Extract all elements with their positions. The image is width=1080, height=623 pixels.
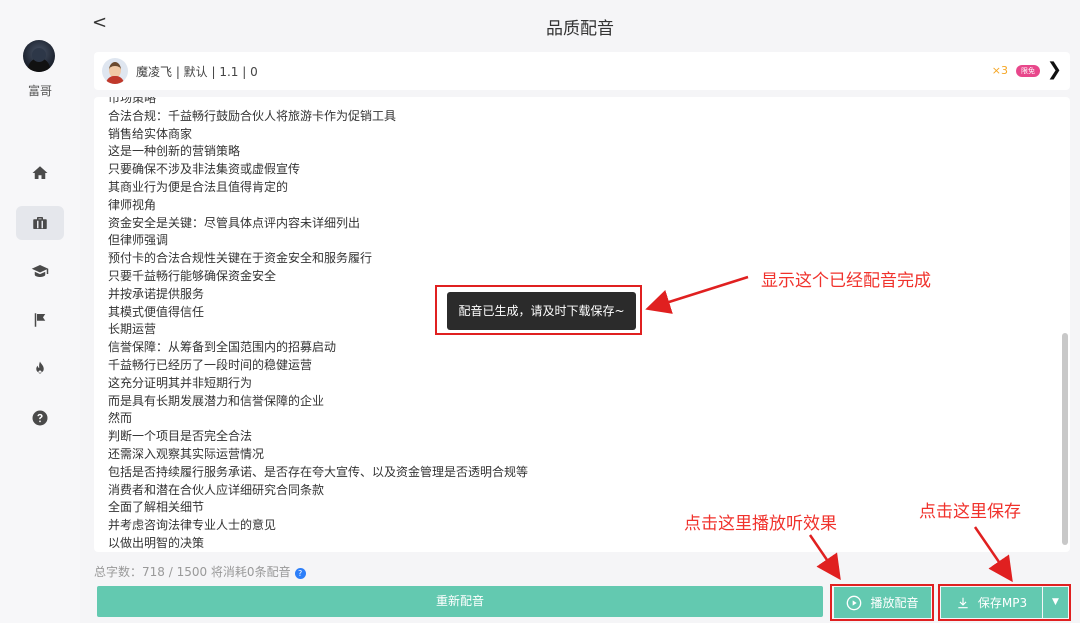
home-icon <box>32 166 48 179</box>
text-line: 并考虑咨询法律专业人士的意见 <box>108 518 277 533</box>
help-icon[interactable]: ? <box>294 568 306 579</box>
text-line: 这是一种创新的营销策略 <box>108 144 241 159</box>
text-line: 以做出明智的决策 <box>108 535 205 550</box>
voice-selector[interactable]: 魔凌飞 | 默认 | 1.1 | 0 ×3 限免 ❯ <box>94 52 1070 90</box>
text-line: 判断一个项目是否完全合法 <box>108 429 253 444</box>
fire-icon <box>36 361 44 374</box>
nav-hot[interactable] <box>16 352 64 386</box>
multiplier-label: ×3 <box>991 64 1008 77</box>
text-line: 消费者和潜在合伙人应详细研究合同条款 <box>108 482 325 497</box>
user-avatar[interactable] <box>23 40 55 72</box>
graduation-cap-icon <box>31 265 49 277</box>
nav-flag[interactable] <box>16 303 64 337</box>
text-line: 其商业行为便是合法且值得肯定的 <box>108 179 289 194</box>
text-line: 市场策略 <box>108 97 157 105</box>
play-circle-icon <box>847 595 862 610</box>
save-button-label: 保存MP3 <box>977 596 1028 610</box>
page-title: 品质配音 <box>546 19 614 39</box>
nav-works[interactable] <box>16 206 64 240</box>
sidebar: 富哥 <box>0 0 80 623</box>
toast-message: 配音已生成，请及时下载保存~ <box>447 292 636 330</box>
play-button-label: 播放配音 <box>870 596 919 610</box>
text-line: 只要确保不涉及非法集资或虚假宣传 <box>108 162 301 177</box>
briefcase-icon <box>33 217 47 229</box>
text-line: 合法合规：千益畅行鼓励合伙人将旅游卡作为促销工具 <box>108 108 397 123</box>
text-line: 但律师强调 <box>108 233 169 248</box>
text-line: 只要千益畅行能够确保资金安全 <box>108 268 277 283</box>
help-circle-icon <box>32 410 48 426</box>
save-mp3-button[interactable]: 保存MP3 <box>941 587 1042 618</box>
chevron-right-icon[interactable]: ❯ <box>1047 59 1062 80</box>
annotation-play: 点击这里播放听效果 <box>684 514 837 534</box>
play-button[interactable]: 播放配音 <box>834 587 931 618</box>
text-line: 而是具有长期发展潜力和信誉保障的企业 <box>108 393 325 408</box>
free-badge: 限免 <box>1016 65 1040 77</box>
flag-icon <box>34 313 46 327</box>
save-dropdown-button[interactable]: ▼ <box>1043 587 1068 618</box>
annotation-done: 显示这个已经配音完成 <box>761 271 931 291</box>
text-line: 千益畅行已经历了一段时间的稳健运营 <box>108 357 313 372</box>
user-name: 富哥 <box>27 84 52 98</box>
voice-info: 魔凌飞 | 默认 | 1.1 | 0 <box>136 65 258 79</box>
text-line: 这充分证明其并非短期行为 <box>108 375 253 390</box>
text-line: 预付卡的合法合规性关键在于资金安全和服务履行 <box>108 251 373 266</box>
text-line: 资金安全是关键：尽管具体点评内容未详细列出 <box>108 215 361 230</box>
text-line: 全面了解相关细节 <box>108 500 205 515</box>
download-icon <box>958 597 968 608</box>
text-line: 信誉保障：从筹备到全国范围内的招募启动 <box>108 340 337 355</box>
text-line: 律师视角 <box>108 197 157 212</box>
word-counter-text: 总字数：718 / 1500 将消耗0条配音 <box>94 565 291 579</box>
nav-help[interactable] <box>16 401 64 435</box>
voice-avatar <box>102 58 128 84</box>
text-line: 包括是否持续履行服务承诺、是否存在夸大宣传、以及资金管理是否透明合规等 <box>108 464 529 479</box>
word-counter: 总字数：718 / 1500 将消耗0条配音? <box>94 563 306 580</box>
regenerate-button[interactable]: 重新配音 <box>97 586 823 617</box>
text-line: 然而 <box>108 411 133 426</box>
text-line: 还需深入观察其实际运营情况 <box>108 446 265 461</box>
annotation-save: 点击这里保存 <box>919 502 1021 522</box>
nav-home[interactable] <box>16 156 64 190</box>
text-line: 销售给实体商家 <box>108 126 193 141</box>
nav-learn[interactable] <box>16 254 64 288</box>
scrollbar-thumb[interactable] <box>1062 333 1068 545</box>
